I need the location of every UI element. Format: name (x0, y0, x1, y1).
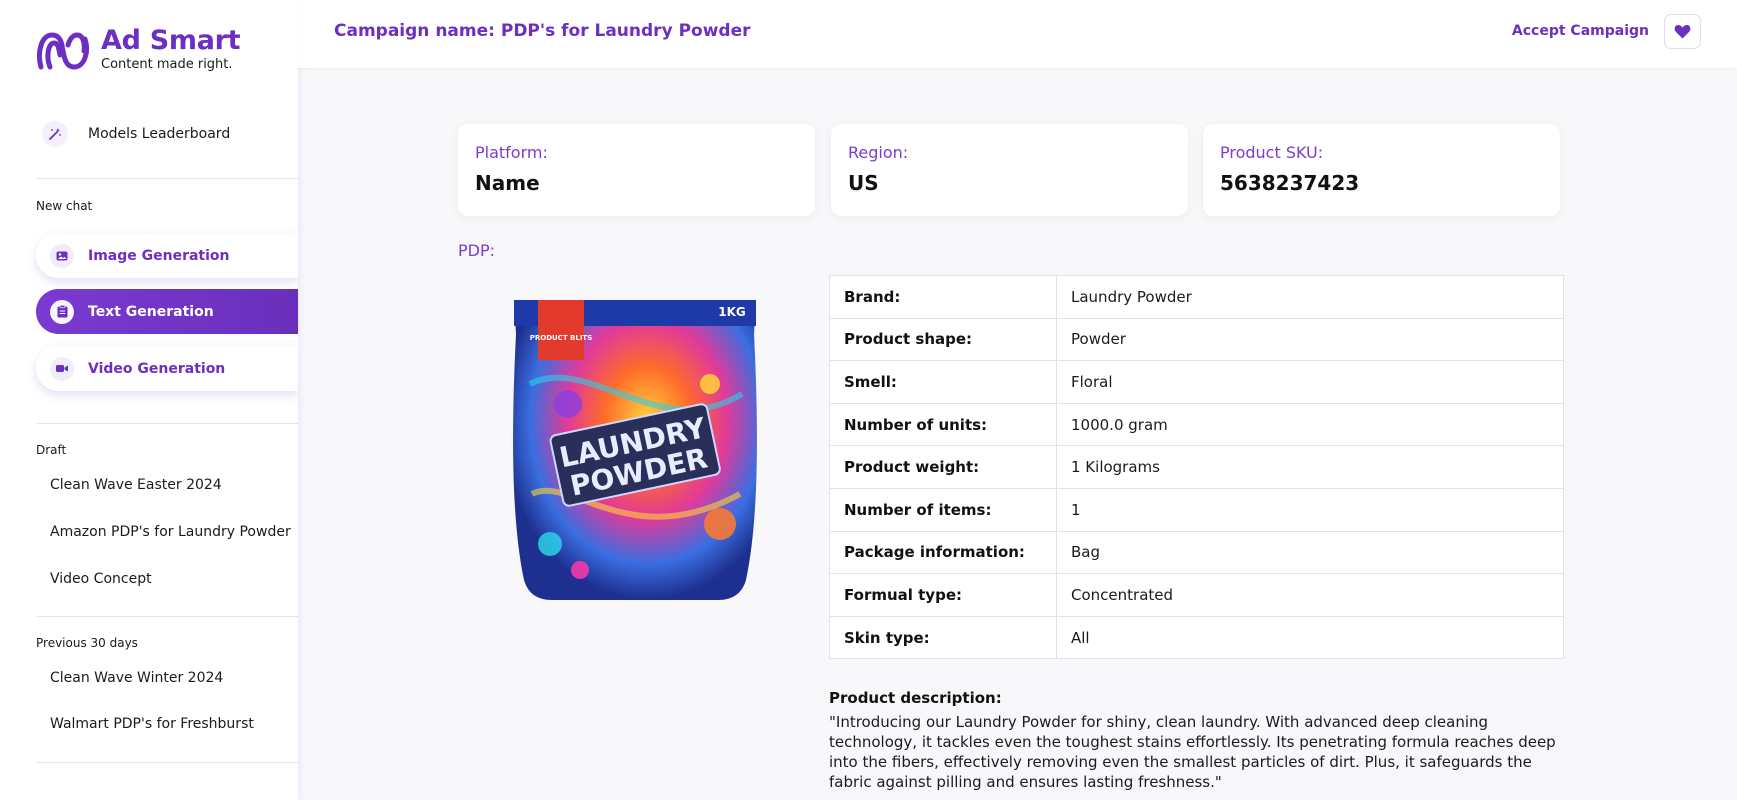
product-description-text: "Introducing our Laundry Powder for shin… (829, 713, 1556, 791)
spec-value: Bag (1056, 530, 1564, 575)
draft-item[interactable]: Amazon PDP's for Laundry Powder (50, 524, 291, 540)
region-value: US (848, 171, 879, 195)
table-row: Smell: Floral (829, 360, 1564, 404)
spec-value: 1 (1056, 487, 1564, 532)
table-row: Formual type: Concentrated (829, 573, 1564, 617)
spec-key: Smell: (829, 360, 1057, 404)
spec-value: 1 Kilograms (1056, 445, 1564, 489)
top-header: Campaign name: PDP's for Laundry Powder … (298, 0, 1737, 68)
spec-key: Number of units: (829, 402, 1057, 447)
spec-value: Floral (1056, 360, 1564, 404)
models-leaderboard-label: Models Leaderboard (88, 126, 231, 142)
platform-label: Platform: (475, 143, 548, 162)
draft-label: Draft (36, 443, 67, 457)
brand-name: Ad Smart (101, 25, 241, 56)
image-icon (50, 243, 74, 268)
sidebar-divider (36, 423, 298, 424)
history-item[interactable]: Walmart PDP's for Freshburst (50, 716, 254, 732)
weight-tag: 1KG (718, 305, 746, 319)
clipboard-icon (50, 299, 74, 324)
table-row: Number of items: 1 (829, 487, 1564, 532)
sidebar: Ad Smart Content made right. Models Lead… (0, 0, 298, 800)
sidebar-divider (36, 178, 298, 179)
accept-campaign-button[interactable]: Accept Campaign (1512, 23, 1649, 39)
spec-key: Skin type: (829, 615, 1057, 660)
pdp-label: PDP: (458, 241, 496, 260)
video-generation-label: Video Generation (88, 360, 226, 377)
product-image: PRODUCT BLITS 1KG LAUNDRY POWDER (513, 300, 757, 600)
region-card: Region: US (831, 124, 1188, 216)
sidebar-divider (36, 762, 298, 763)
magic-wand-icon (42, 121, 68, 147)
sidebar-divider (36, 616, 298, 617)
product-badge (538, 300, 584, 360)
video-icon (50, 356, 74, 381)
product-badge-text: PRODUCT BLITS (530, 334, 593, 342)
product-sku-value: 5638237423 (1220, 171, 1360, 195)
favorite-button[interactable] (1664, 14, 1701, 49)
table-row: Brand: Laundry Powder (829, 275, 1564, 319)
image-generation-label: Image Generation (88, 247, 230, 264)
spec-key: Formual type: (829, 573, 1057, 617)
spec-value: Concentrated (1056, 573, 1564, 617)
text-generation-label: Text Generation (88, 303, 214, 320)
brand-tagline: Content made right. (101, 57, 233, 72)
spec-key: Brand: (829, 275, 1057, 319)
new-chat-label: New chat (36, 199, 93, 213)
product-description-title: Product description: (829, 689, 1002, 707)
product-sku-label: Product SKU: (1220, 143, 1324, 162)
image-generation-button[interactable]: Image Generation (36, 233, 298, 278)
spec-key: Product weight: (829, 445, 1057, 489)
spec-value: All (1056, 615, 1564, 660)
spec-key: Product shape: (829, 317, 1057, 362)
table-row: Number of units: 1000.0 gram (829, 402, 1564, 447)
campaign-name: Campaign name: PDP's for Laundry Powder (334, 21, 751, 41)
ad-smart-logo-icon (36, 31, 90, 70)
heart-icon (1674, 25, 1691, 39)
brand-logo[interactable]: Ad Smart Content made right. (35, 25, 241, 73)
table-row: Package information: Bag (829, 530, 1564, 575)
spec-key: Package information: (829, 530, 1057, 575)
history-item[interactable]: Clean Wave Winter 2024 (50, 670, 223, 686)
video-generation-button[interactable]: Video Generation (36, 346, 298, 391)
spec-value: Laundry Powder (1056, 275, 1564, 319)
product-spec-table: Brand: Laundry Powder Product shape: Powde… (829, 275, 1564, 660)
table-row: Product weight: 1 Kilograms (829, 445, 1564, 489)
region-label: Region: (848, 143, 909, 162)
table-row: Skin type: All (829, 615, 1564, 660)
platform-value: Name (475, 171, 540, 195)
draft-item[interactable]: Clean Wave Easter 2024 (50, 477, 222, 493)
draft-item[interactable]: Video Concept (50, 571, 152, 587)
spec-key: Number of items: (829, 487, 1057, 532)
spec-value: Powder (1056, 317, 1564, 362)
product-sku-card: Product SKU: 5638237423 (1203, 124, 1560, 216)
platform-card: Platform: Name (458, 124, 815, 216)
text-generation-button[interactable]: Text Generation (36, 289, 298, 334)
spec-value: 1000.0 gram (1056, 402, 1564, 447)
previous-30-days-label: Previous 30 days (36, 636, 138, 650)
models-leaderboard-link[interactable]: Models Leaderboard (42, 121, 230, 147)
table-row: Product shape: Powder (829, 317, 1564, 362)
